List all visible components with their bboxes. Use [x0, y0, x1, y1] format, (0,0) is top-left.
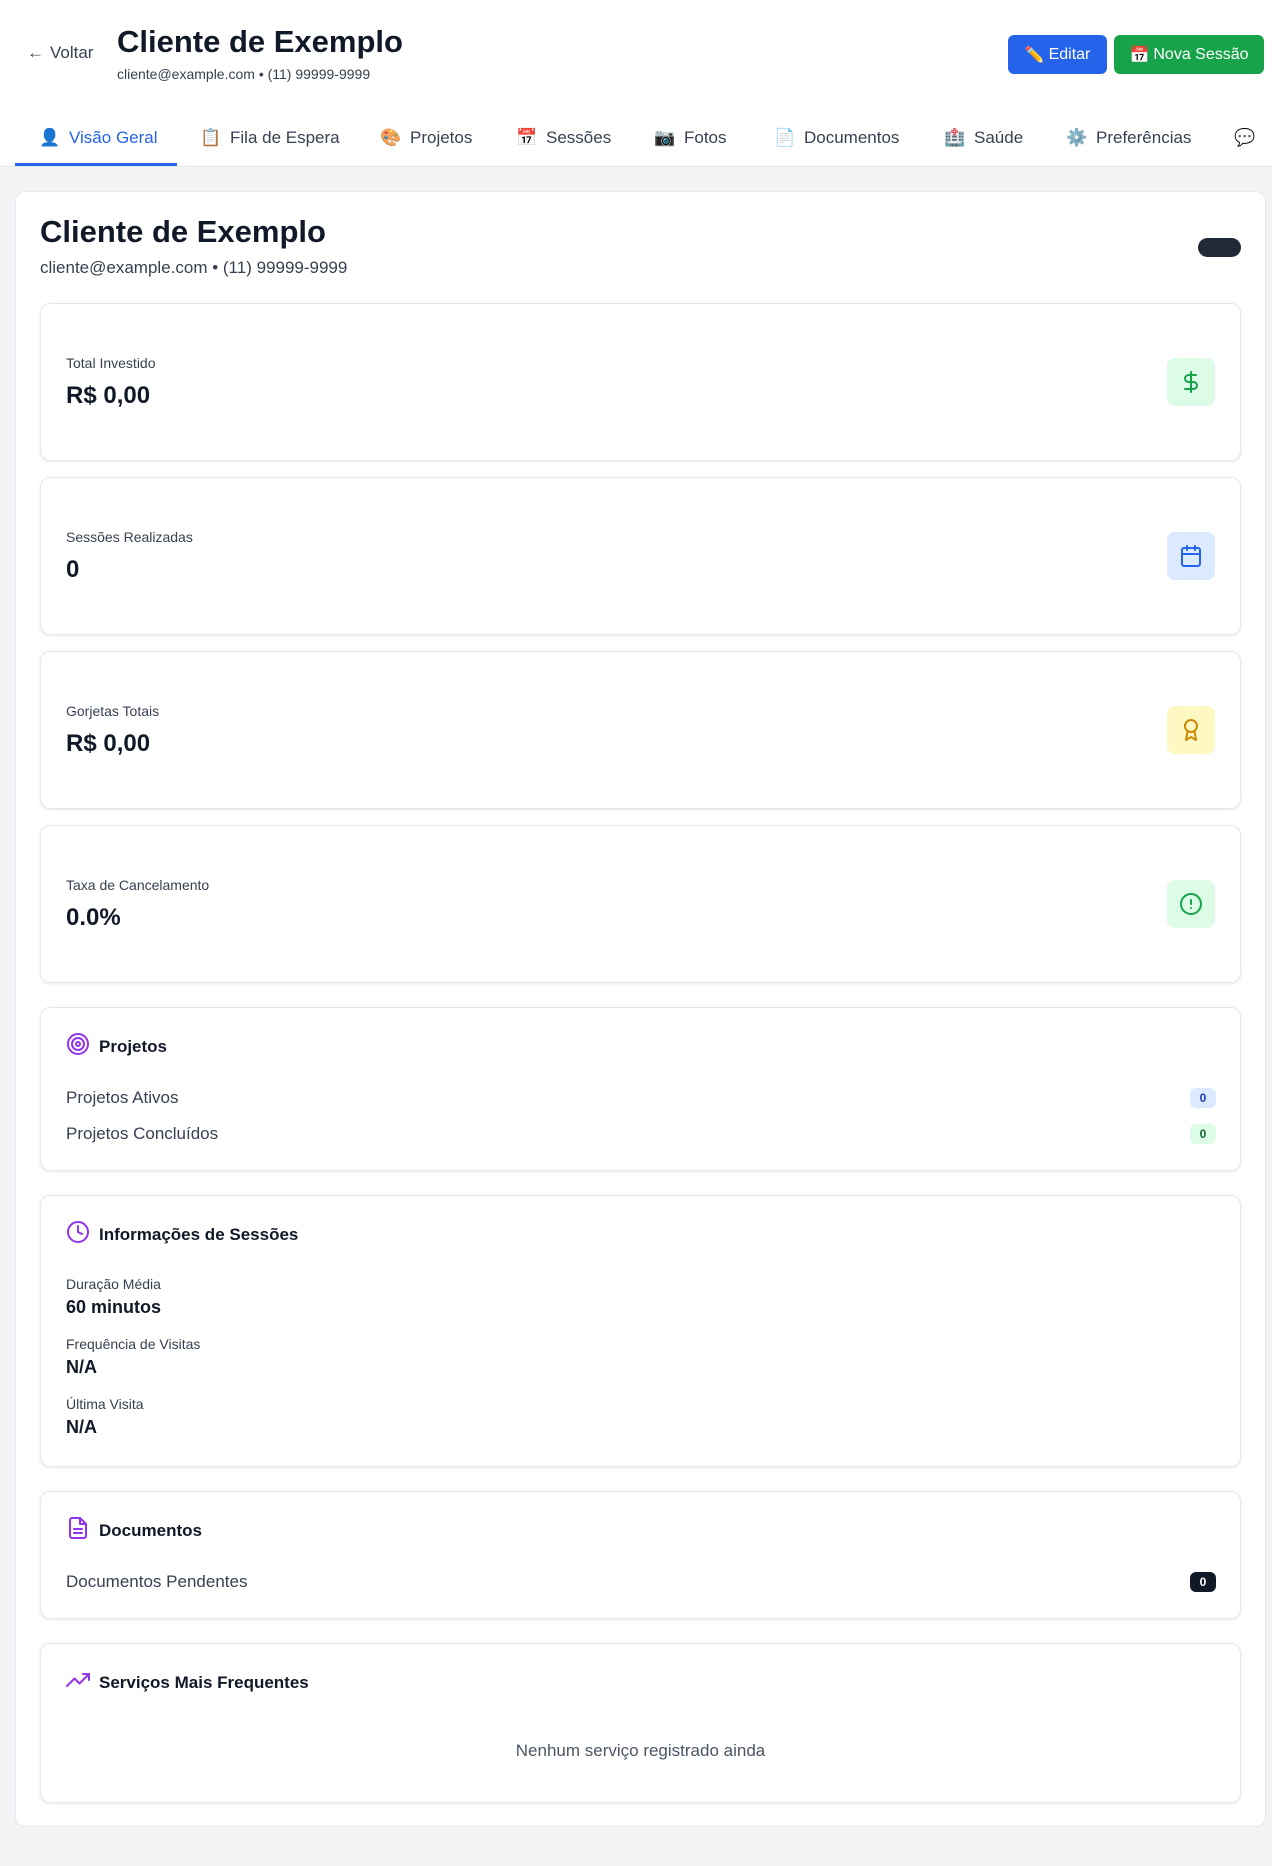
stat-card-sessoes-realizadas: Sessões Realizadas 0 — [40, 477, 1241, 635]
avg-duration-value: 60 minutos — [66, 1297, 162, 1317]
last-visit-value: N/A — [66, 1417, 97, 1437]
projects-active-label: Projetos Ativos — [66, 1088, 179, 1107]
client-name: Cliente de Exemplo — [40, 214, 326, 249]
file-text-icon — [66, 1516, 90, 1545]
tab-documentos[interactable]: 📄 Documentos — [774, 109, 899, 167]
stat-value: R$ 0,00 — [66, 730, 151, 757]
sessions-info-card: Informações de Sessões Duração Média 60 … — [40, 1195, 1241, 1467]
alert-circle-icon — [1167, 880, 1215, 928]
edit-button[interactable]: ✏️ Editar — [1008, 35, 1107, 74]
new-session-label: Nova Sessão — [1153, 45, 1249, 63]
calendar-icon: 📅 — [516, 128, 538, 147]
documents-card: Documentos Documentos Pendentes 0 — [40, 1491, 1241, 1619]
visit-frequency-value: N/A — [66, 1357, 97, 1377]
stat-value: R$ 0,00 — [66, 382, 151, 409]
tab-label: Documentos — [804, 128, 900, 147]
sessions-info-title: Informações de Sessões — [66, 1220, 298, 1249]
new-session-button[interactable]: 📅 Nova Sessão — [1114, 35, 1264, 74]
tab-fotos[interactable]: 📷 Fotos — [654, 109, 727, 167]
trending-up-icon — [66, 1668, 90, 1697]
stat-card-taxa-cancelamento: Taxa de Cancelamento 0.0% — [40, 825, 1241, 983]
active-tab-indicator — [15, 163, 177, 166]
stat-value: 0.0% — [66, 904, 121, 931]
projects-card: Projetos Projetos Ativos 0 Projetos Conc… — [40, 1007, 1241, 1171]
clipboard-icon: 📋 — [200, 128, 222, 147]
tab-overflow[interactable]: 💬 — [1234, 109, 1272, 167]
tab-saude[interactable]: 🏥 Saúde — [944, 109, 1023, 167]
calendar-icon: 📅 — [1129, 46, 1150, 64]
calendar-icon — [1167, 532, 1215, 580]
tab-label: Preferências — [1096, 128, 1192, 147]
tab-fila-de-espera[interactable]: 📋 Fila de Espera — [200, 109, 340, 167]
projects-active-count: 0 — [1190, 1088, 1216, 1108]
edit-label: Editar — [1048, 45, 1091, 63]
tab-label: Saúde — [974, 128, 1024, 147]
clock-icon — [66, 1220, 90, 1249]
person-icon: 👤 — [39, 128, 61, 147]
tab-label: Sessões — [546, 128, 612, 147]
pending-documents-label: Documentos Pendentes — [66, 1572, 248, 1591]
sessions-info-title-label: Informações de Sessões — [99, 1224, 299, 1244]
stat-value: 0 — [66, 556, 80, 583]
tab-sessoes[interactable]: 📅 Sessões — [516, 109, 611, 167]
camera-icon: 📷 — [654, 128, 676, 147]
back-label: Voltar — [50, 43, 94, 62]
back-link[interactable]: ← Voltar — [27, 43, 93, 63]
palette-icon: 🎨 — [380, 128, 402, 147]
stat-card-gorjetas-totais: Gorjetas Totais R$ 0,00 — [40, 651, 1241, 809]
page-subtitle: cliente@example.com • (11) 99999-9999 — [117, 66, 371, 82]
gear-icon: ⚙️ — [1066, 128, 1088, 147]
avg-duration-label: Duração Média — [66, 1276, 161, 1292]
services-card: Serviços Mais Frequentes Nenhum serviço … — [40, 1643, 1241, 1803]
tab-label: Fotos — [684, 128, 727, 147]
projects-done-label: Projetos Concluídos — [66, 1124, 219, 1143]
document-icon: 📄 — [774, 128, 796, 147]
services-title-label: Serviços Mais Frequentes — [99, 1672, 309, 1692]
top-bar: ← Voltar Cliente de Exemplo cliente@exam… — [0, 0, 1272, 167]
last-visit-label: Última Visita — [66, 1396, 144, 1412]
hospital-icon: 🏥 — [944, 128, 966, 147]
status-badge — [1198, 238, 1241, 257]
stat-label: Total Investido — [66, 355, 156, 371]
tab-label: Visão Geral — [69, 128, 158, 147]
award-icon — [1167, 706, 1215, 754]
tab-preferencias[interactable]: ⚙️ Preferências — [1066, 109, 1191, 167]
tab-bar: 👤 Visão Geral 📋 Fila de Espera 🎨 Projeto… — [0, 109, 1272, 167]
pencil-icon: ✏️ — [1024, 46, 1045, 64]
stat-label: Taxa de Cancelamento — [66, 877, 210, 893]
page-title: Cliente de Exemplo — [117, 24, 403, 59]
stat-label: Gorjetas Totais — [66, 703, 160, 719]
arrow-left-icon: ← — [27, 43, 44, 62]
speech-bubble-icon: 💬 — [1234, 128, 1256, 147]
tab-projetos[interactable]: 🎨 Projetos — [380, 109, 472, 167]
projects-done-count: 0 — [1190, 1124, 1216, 1144]
projects-title-label: Projetos — [99, 1036, 168, 1056]
services-empty-message: Nenhum serviço registrado ainda — [515, 1741, 766, 1760]
target-icon — [66, 1032, 90, 1061]
tab-label: Projetos — [410, 128, 473, 147]
documents-title-label: Documentos — [99, 1520, 202, 1540]
visit-frequency-label: Frequência de Visitas — [66, 1336, 201, 1352]
dollar-icon — [1167, 358, 1215, 406]
tab-label: Fila de Espera — [230, 128, 340, 147]
pending-documents-count: 0 — [1190, 1572, 1216, 1592]
tab-visao-geral[interactable]: 👤 Visão Geral — [39, 109, 158, 167]
client-contact: cliente@example.com • (11) 99999-9999 — [40, 258, 348, 277]
stat-label: Sessões Realizadas — [66, 529, 193, 545]
documents-title: Documentos — [66, 1516, 202, 1545]
services-title: Serviços Mais Frequentes — [66, 1668, 309, 1697]
stat-card-total-investido: Total Investido R$ 0,00 — [40, 303, 1241, 461]
projects-title: Projetos — [66, 1032, 167, 1061]
